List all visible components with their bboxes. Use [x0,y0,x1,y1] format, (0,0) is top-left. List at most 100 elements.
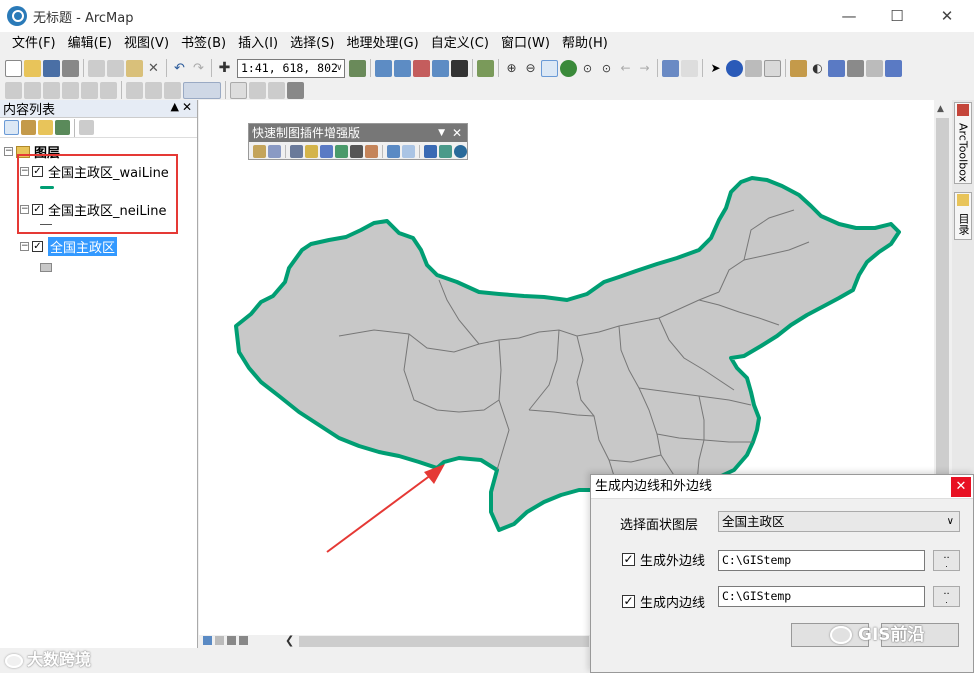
close-icon[interactable]: ✕ [182,100,192,114]
plugin-tool-11-icon[interactable] [424,144,437,158]
scale-tool-icon[interactable] [43,81,60,99]
toc-layer-row[interactable]: − ✓ 全国主政区 [20,237,118,256]
plugin-tool-2-icon[interactable] [268,144,281,158]
minimize-button[interactable]: — [826,0,872,32]
new-document-icon[interactable] [5,59,22,77]
plugin-tool-4-icon[interactable] [305,144,318,158]
arctoolbox-icon[interactable] [432,59,449,77]
chevron-down-icon[interactable]: ▼ [438,124,445,142]
menu-view[interactable]: 视图(V) [118,33,175,55]
outer-line-path-input[interactable]: C:\GIStemp [718,550,925,571]
measure-icon[interactable] [790,59,807,77]
menu-customize[interactable]: 自定义(C) [425,33,495,55]
generate-outer-line-checkbox[interactable]: ✓ [622,553,635,566]
swipe-icon[interactable] [145,81,162,99]
vertical-scroll-thumb[interactable] [936,118,949,488]
floating-toolbar-titlebar[interactable]: 快速制图插件增强版 ▼ ✕ [249,124,467,142]
plugin-tool-10-icon[interactable] [402,144,415,158]
rotate-icon[interactable] [24,81,41,99]
delete-icon[interactable]: ✕ [145,60,162,77]
print-icon[interactable] [62,59,79,77]
menu-edit[interactable]: 编辑(E) [62,33,118,55]
fixed-zoom-out-icon[interactable]: ⊙ [598,60,615,77]
forward-arrow-icon[interactable]: → [636,60,653,77]
table-of-contents-icon[interactable] [375,59,392,77]
plugin-tool-5-icon[interactable] [320,144,333,158]
layout-page-icon[interactable] [230,81,247,99]
identify-info-icon[interactable] [726,59,743,77]
open-folder-icon[interactable] [24,59,41,77]
inner-line-path-input[interactable]: C:\GIStemp [718,586,925,607]
plugin-tool-7-icon[interactable] [350,144,363,158]
model-builder-icon[interactable] [477,59,494,77]
close-icon[interactable]: ✕ [452,124,462,142]
time-slider-icon[interactable] [866,59,883,77]
pin-icon[interactable]: ▲ [171,100,179,113]
menu-geoprocessing[interactable]: 地理处理(G) [340,33,424,55]
zoom-in-icon[interactable]: ⊕ [503,60,520,77]
back-arrow-icon[interactable]: ← [617,60,634,77]
plugin-tool-6-icon[interactable] [335,144,348,158]
full-extent-globe-icon[interactable] [560,59,577,77]
close-window-button[interactable]: ✕ [924,0,970,32]
list-by-selection-icon[interactable] [55,120,70,135]
clear-selection-icon[interactable] [681,59,698,77]
georeferencing-icon[interactable] [5,81,22,99]
zoom-whole-page-icon[interactable] [249,81,266,99]
fixed-zoom-in-icon[interactable]: ⊙ [579,60,596,77]
plugin-tool-12-icon[interactable] [439,144,452,158]
add-data-icon[interactable]: ✚ [216,60,233,77]
menu-insert[interactable]: 插入(I) [232,33,284,55]
horizontal-scroll-thumb[interactable] [299,636,589,647]
paste-icon[interactable] [126,59,143,77]
pause-drawing-icon[interactable] [239,636,248,645]
list-by-drawing-order-icon[interactable] [4,120,19,135]
layer-visibility-checkbox[interactable]: ✓ [32,241,43,252]
select-elements-arrow-icon[interactable]: ➤ [707,60,724,77]
find-binoculars-icon[interactable]: ◐ [809,60,826,77]
shift-tool-icon[interactable] [62,81,79,99]
generate-inner-line-checkbox[interactable]: ✓ [622,595,635,608]
layer-name-selected[interactable]: 全国主政区 [48,237,118,256]
create-viewer-window-icon[interactable] [885,59,902,77]
select-features-icon[interactable] [662,59,679,77]
collapse-icon[interactable]: − [4,147,13,156]
inner-line-browse-button[interactable]: ... [933,586,960,607]
redo-icon[interactable]: ↷ [190,60,207,77]
catalog-window-icon[interactable] [394,59,411,77]
maximize-button[interactable]: ☐ [874,0,920,32]
collapse-icon[interactable]: − [20,242,29,251]
change-layout-icon[interactable] [287,81,304,99]
menu-bookmarks[interactable]: 书签(B) [175,33,232,55]
search-window-icon[interactable] [413,59,430,77]
plugin-tool-13-icon[interactable] [454,144,467,158]
undo-icon[interactable]: ↶ [171,60,188,77]
data-view-icon[interactable] [203,636,212,645]
menu-help[interactable]: 帮助(H) [556,33,614,55]
zoom-out-icon[interactable]: ⊖ [522,60,539,77]
plugin-tool-9-icon[interactable] [387,144,400,158]
zoom-100-icon[interactable] [268,81,285,99]
copy-icon[interactable] [107,59,124,77]
polygon-layer-select[interactable]: 全国主政区 ∨ [718,511,960,532]
editor-toolbar-icon[interactable] [349,59,366,77]
plugin-tool-8-icon[interactable] [365,144,378,158]
polygon-symbol-swatch[interactable] [40,263,52,272]
pan-hand-icon[interactable] [541,59,558,77]
plugin-tool-1-icon[interactable] [253,144,266,158]
menu-selection[interactable]: 选择(S) [284,33,340,55]
save-icon[interactable] [43,59,60,77]
menu-file[interactable]: 文件(F) [6,33,62,55]
python-window-icon[interactable] [451,59,468,77]
find-route-icon[interactable] [828,59,845,77]
transparency-dropdown[interactable] [183,81,221,99]
html-popup-icon[interactable] [745,59,762,77]
control-points-icon[interactable] [81,81,98,99]
link-table-icon[interactable] [100,81,117,99]
layout-view-icon[interactable] [215,636,224,645]
list-by-source-icon[interactable] [21,120,36,135]
dialog-close-button[interactable]: ✕ [951,477,971,497]
refresh-icon[interactable] [227,636,236,645]
list-by-visibility-icon[interactable] [38,120,53,135]
scroll-up-icon[interactable]: ▲ [937,104,944,114]
